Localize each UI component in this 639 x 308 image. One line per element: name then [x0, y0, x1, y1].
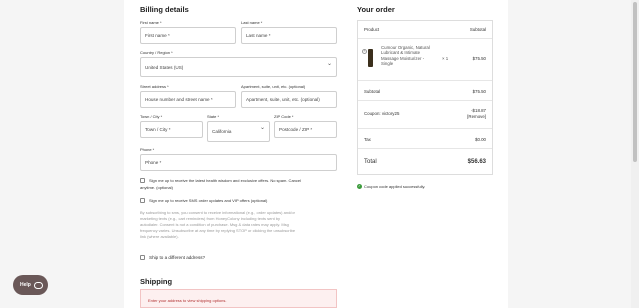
phone-label: Phone * [140, 147, 155, 152]
total-label: Total [364, 159, 377, 165]
coupon-value: -$18.87 [471, 108, 486, 113]
state-select[interactable]: California [207, 121, 270, 142]
email-optin-text-1: Sign me up to receive the latest health … [149, 178, 302, 183]
remove-item-icon[interactable]: × [362, 49, 367, 54]
shipping-notice: Enter your address to view shipping opti… [140, 289, 337, 308]
coupon-row: Coupon: victory25 -$18.87 [Remove] [358, 100, 492, 128]
help-button[interactable]: Help [13, 275, 48, 295]
first-name-label: First name * [140, 20, 162, 25]
billing-title: Billing details [140, 5, 189, 14]
subtotal-value: $75.50 [472, 89, 486, 94]
sms-disclaimer-line: autodialer. Consent is not a condition o… [140, 222, 289, 227]
product-name-line: Single [381, 61, 394, 67]
coupon-label: Coupon: victory25 [364, 111, 400, 116]
apartment-label: Apartment, suite, unit, etc. (optional) [241, 84, 306, 89]
last-name-label: Last name * [241, 20, 263, 25]
zip-field[interactable]: Postcode / ZIP * [274, 121, 337, 138]
subtotal-label: Subtotal [364, 89, 381, 94]
coupon-success-message: Coupon code applied successfully. [364, 184, 426, 189]
help-label: Help [20, 282, 31, 288]
sms-disclaimer-line: frequency varies. Unsubscribe at any tim… [140, 228, 296, 233]
country-label: Country / Region * [140, 50, 173, 55]
coupon-remove-link[interactable]: [Remove] [467, 114, 486, 119]
last-name-field[interactable]: Last name * [241, 27, 337, 44]
city-label: Town / City * [140, 114, 163, 119]
first-name-field[interactable]: First name * [140, 27, 236, 44]
country-select[interactable]: United States (US) [140, 57, 337, 77]
chat-bubble-icon [33, 281, 43, 289]
product-quantity: × 1 [442, 56, 449, 61]
total-row: Total $56.63 [358, 148, 492, 174]
ship-different-checkbox[interactable] [140, 255, 145, 260]
check-circle-icon: ✓ [357, 184, 362, 189]
shipping-title: Shipping [140, 277, 173, 286]
sms-disclaimer-line: marketing texts (e.g., cart reminders) f… [140, 216, 281, 221]
order-title: Your order [357, 5, 395, 14]
sms-optin-checkbox[interactable] [140, 198, 145, 203]
product-column-header: Product [364, 27, 380, 32]
subtotal-row: Subtotal $75.50 [358, 80, 492, 100]
order-summary-table: Product Subtotal × Cumour Organic, Natur… [357, 20, 493, 175]
product-price: $75.50 [472, 56, 486, 61]
total-value: $56.63 [467, 159, 486, 165]
scrollbar-thumb[interactable] [633, 2, 637, 162]
sms-disclaimer-line: By subscribing to sms, you consent to re… [140, 210, 295, 215]
page-scrollbar[interactable] [631, 0, 639, 308]
street-label: Street address * [140, 84, 169, 89]
city-field[interactable]: Town / City * [140, 121, 203, 138]
product-name: Cumour Organic, Natural Lubricant & Inti… [381, 45, 430, 67]
state-label: State * [207, 114, 220, 119]
email-optin-text-2: anytime. (optional) [140, 185, 173, 190]
phone-field[interactable]: Phone * [140, 154, 337, 171]
apartment-field[interactable]: Apartment, suite, unit, etc. (optional) [241, 91, 337, 108]
zip-label: ZIP Code * [274, 114, 294, 119]
ship-different-label[interactable]: Ship to a different address? [149, 255, 205, 260]
tax-value: $0.00 [475, 137, 486, 142]
street-field[interactable]: House number and street name * [140, 91, 236, 108]
sms-disclaimer-line: link (where available). [140, 234, 179, 239]
tax-row: Tax $0.00 [358, 128, 492, 148]
tax-label: Tax [364, 137, 371, 142]
product-thumbnail [368, 49, 373, 67]
subtotal-column-header: Subtotal [469, 27, 486, 32]
email-optin-checkbox[interactable] [140, 178, 145, 183]
sms-optin-text: Sign me up to receive SMS order updates … [149, 198, 268, 203]
